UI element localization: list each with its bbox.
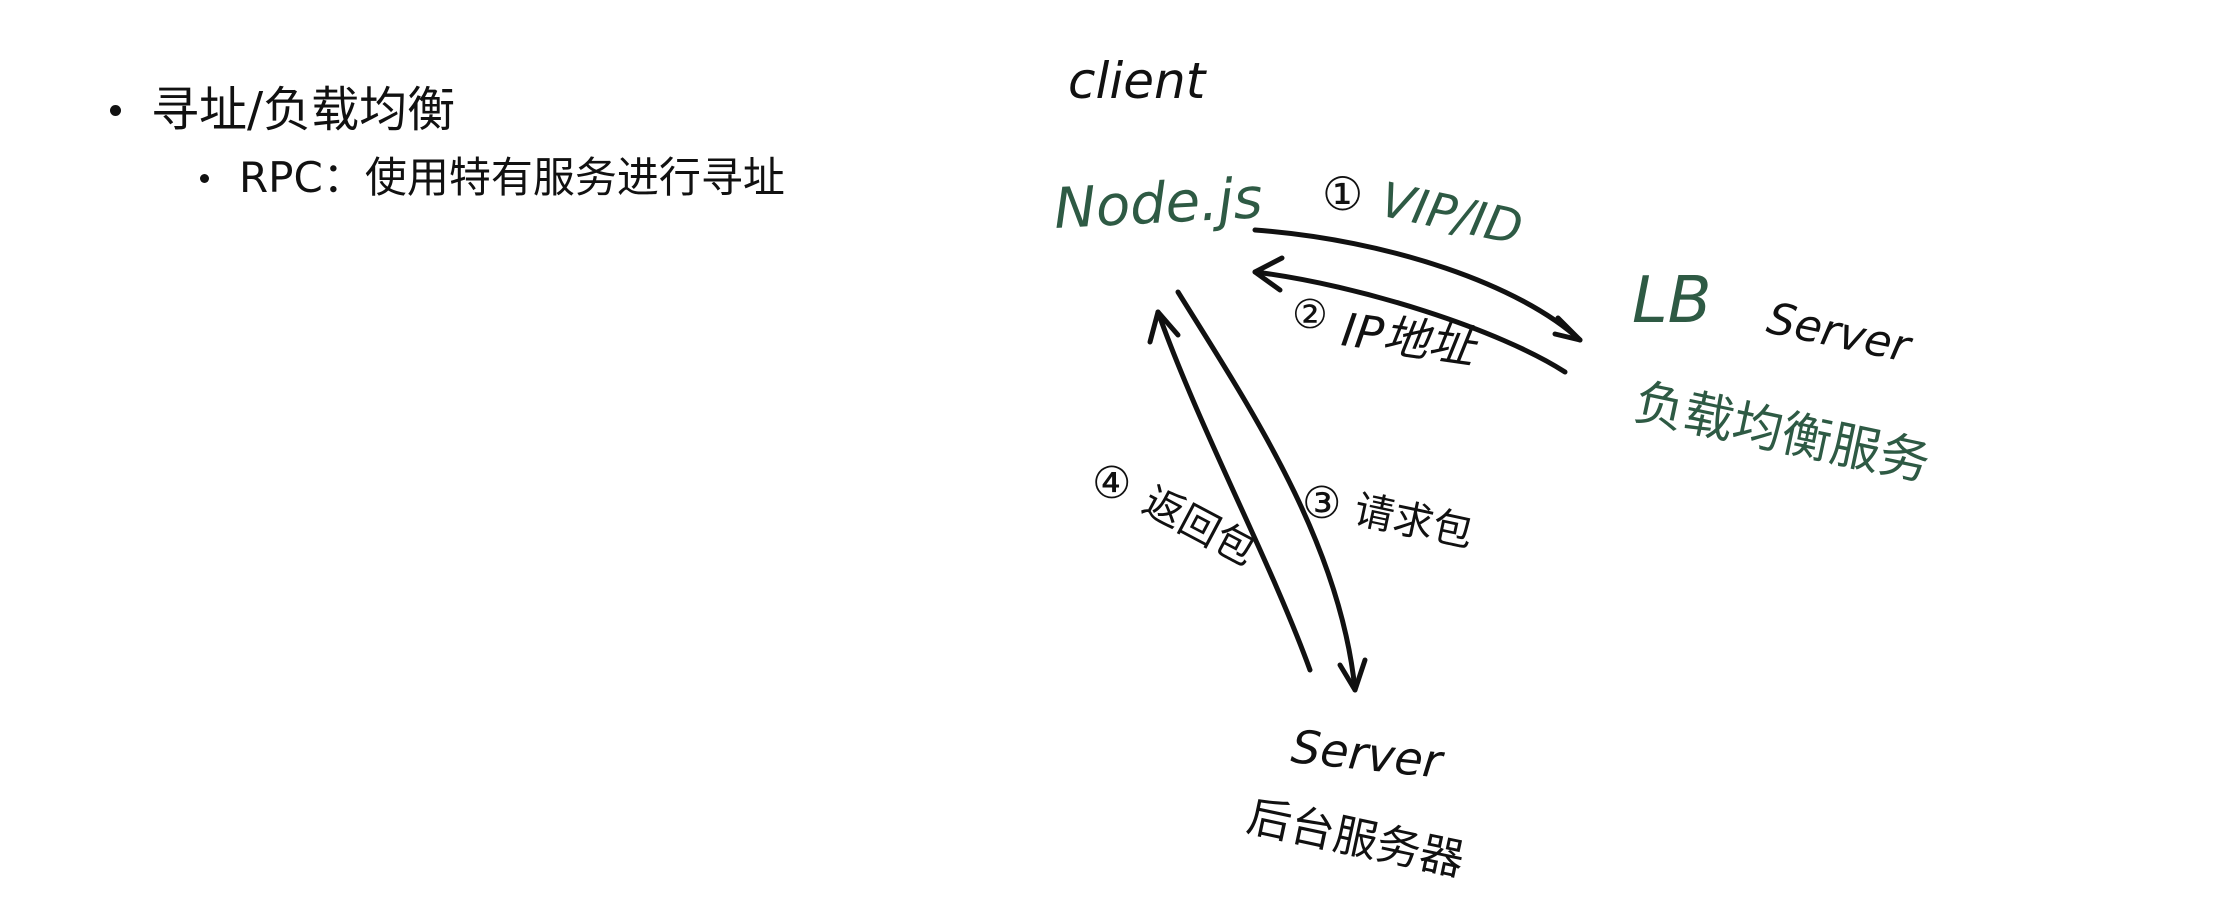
step1-label: VIP/ID — [1376, 172, 1528, 257]
client-label: client — [1068, 52, 1208, 110]
step2-marker: ② — [1292, 292, 1328, 338]
slide: 寻址/负载均衡 RPC：使用特有服务进行寻址 client Node.js ① … — [0, 0, 2220, 920]
lb-server-label: Server — [1763, 293, 1918, 373]
step1-marker: ① — [1322, 167, 1363, 221]
step4-marker: ④ — [1092, 458, 1131, 509]
lb-description: 负载均衡服务 — [1630, 373, 1936, 492]
step3-label: 请求包 — [1350, 487, 1477, 557]
backend-server-description: 后台服务器 — [1243, 791, 1469, 887]
nodejs-client-name: Node.js — [1052, 166, 1264, 242]
arrowhead-vip-request — [1552, 315, 1583, 343]
rpc-flow-diagram: client Node.js ① VIP/ID ② IP地址 LB Server… — [1052, 52, 1936, 887]
lb-name: LB — [1632, 264, 1712, 338]
step2-label: IP地址 — [1338, 302, 1481, 375]
step4-label: 返回包 — [1135, 478, 1263, 575]
backend-server-label: Server — [1289, 719, 1448, 789]
step3-marker: ③ — [1302, 478, 1341, 529]
